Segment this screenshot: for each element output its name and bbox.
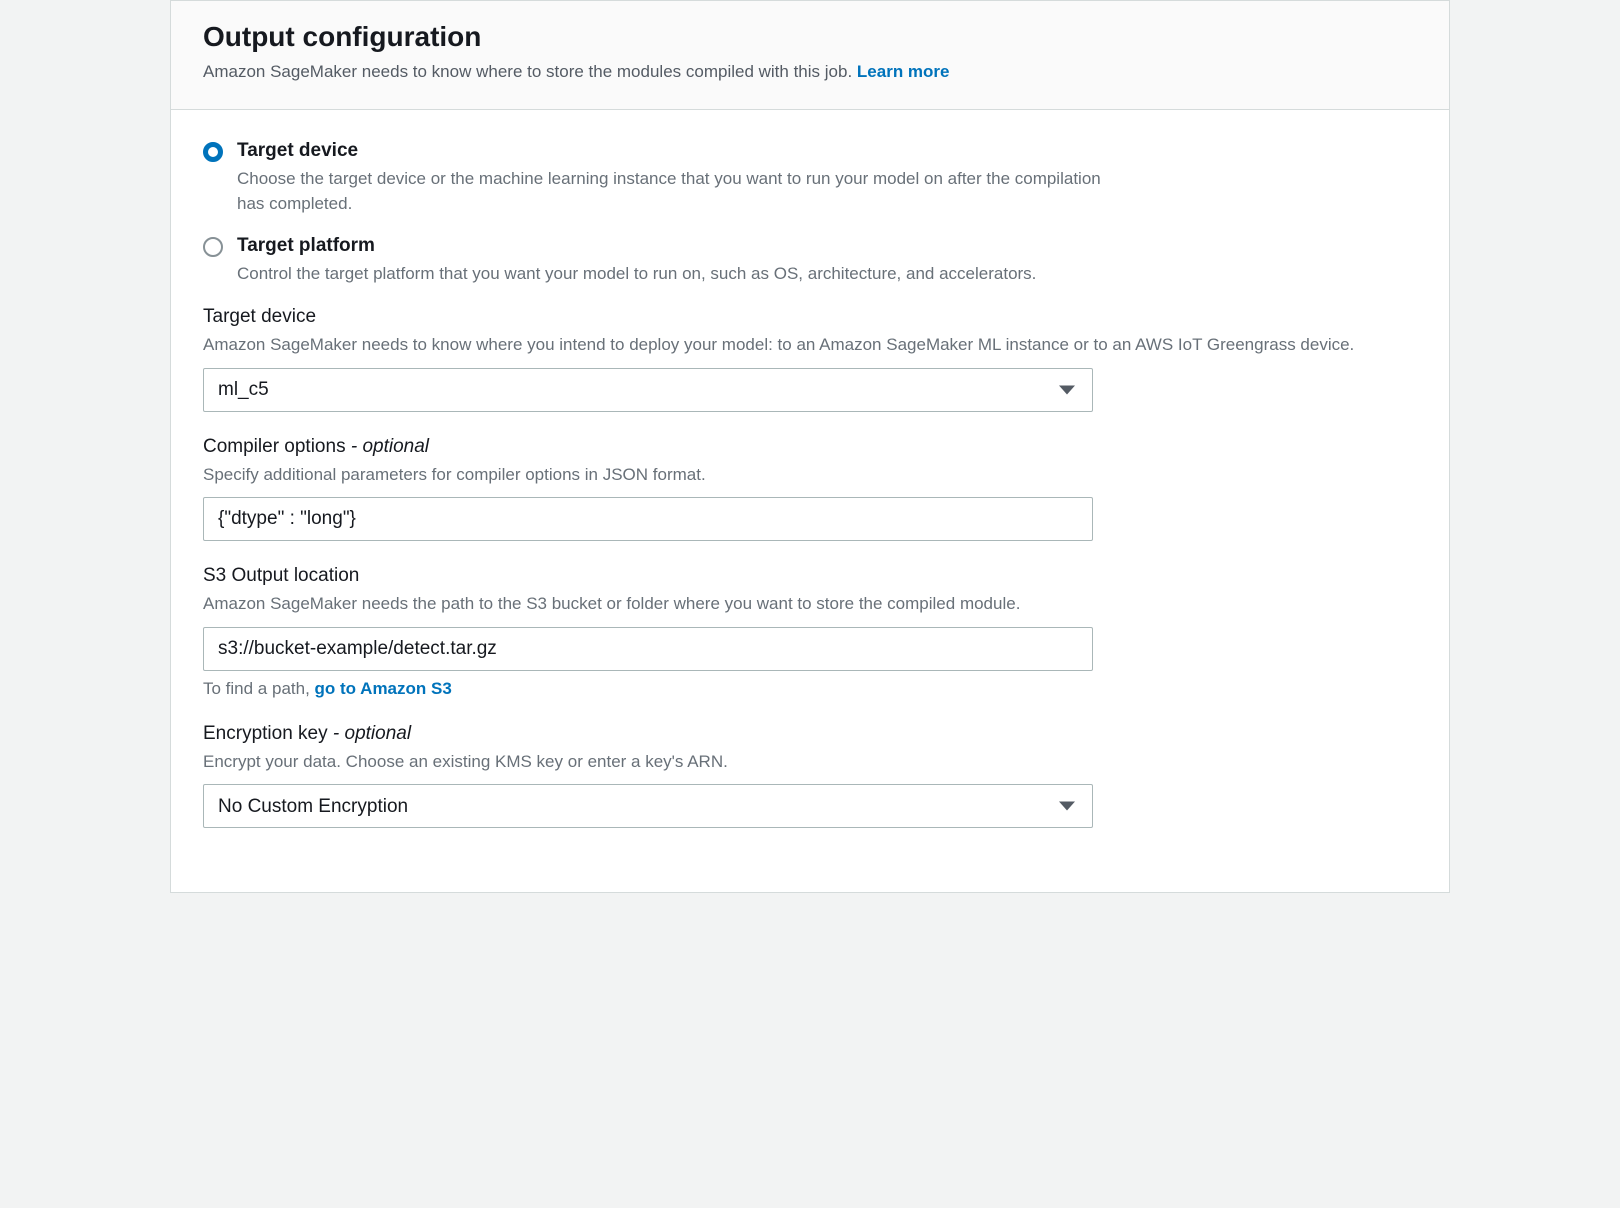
field-target-device: Target device Amazon SageMaker needs to … bbox=[203, 306, 1417, 412]
panel-header: Output configuration Amazon SageMaker ne… bbox=[171, 1, 1449, 110]
hint-s3-output: To find a path, go to Amazon S3 bbox=[203, 679, 1417, 699]
label-compiler-options: Compiler options - optional bbox=[203, 436, 1417, 458]
input-s3-output[interactable] bbox=[203, 627, 1093, 671]
radio-item-target-platform[interactable]: Target platform Control the target platf… bbox=[203, 235, 1417, 287]
select-target-device[interactable]: ml_c5 bbox=[203, 368, 1093, 412]
output-configuration-panel: Output configuration Amazon SageMaker ne… bbox=[170, 0, 1450, 893]
radio-item-target-device[interactable]: Target device Choose the target device o… bbox=[203, 140, 1417, 217]
field-s3-output: S3 Output location Amazon SageMaker need… bbox=[203, 565, 1417, 699]
radio-title-target-device: Target device bbox=[237, 140, 1107, 162]
label-encryption-key: Encryption key - optional bbox=[203, 723, 1417, 745]
label-s3-output: S3 Output location bbox=[203, 565, 1417, 587]
panel-title: Output configuration bbox=[203, 21, 1417, 53]
select-encryption-key[interactable]: No Custom Encryption bbox=[203, 784, 1093, 828]
label-target-device: Target device bbox=[203, 306, 1417, 328]
radio-desc-target-platform: Control the target platform that you wan… bbox=[237, 261, 1107, 287]
radio-input-target-device[interactable] bbox=[203, 142, 223, 162]
desc-encryption-key: Encrypt your data. Choose an existing KM… bbox=[203, 749, 1417, 775]
input-compiler-options[interactable] bbox=[203, 497, 1093, 541]
radio-title-target-platform: Target platform bbox=[237, 235, 1107, 257]
select-target-device-wrapper: ml_c5 bbox=[203, 368, 1093, 412]
desc-compiler-options: Specify additional parameters for compil… bbox=[203, 462, 1417, 488]
field-encryption-key: Encryption key - optional Encrypt your d… bbox=[203, 723, 1417, 829]
panel-body: Target device Choose the target device o… bbox=[171, 110, 1449, 893]
go-to-s3-link[interactable]: go to Amazon S3 bbox=[315, 679, 452, 698]
desc-target-device: Amazon SageMaker needs to know where you… bbox=[203, 332, 1383, 358]
field-compiler-options: Compiler options - optional Specify addi… bbox=[203, 436, 1417, 542]
target-type-radio-group: Target device Choose the target device o… bbox=[203, 140, 1417, 287]
radio-desc-target-device: Choose the target device or the machine … bbox=[237, 166, 1107, 217]
panel-subtitle: Amazon SageMaker needs to know where to … bbox=[203, 59, 1417, 85]
radio-input-target-platform[interactable] bbox=[203, 237, 223, 257]
learn-more-link[interactable]: Learn more bbox=[857, 62, 950, 81]
desc-s3-output: Amazon SageMaker needs the path to the S… bbox=[203, 591, 1417, 617]
select-encryption-key-wrapper: No Custom Encryption bbox=[203, 784, 1093, 828]
